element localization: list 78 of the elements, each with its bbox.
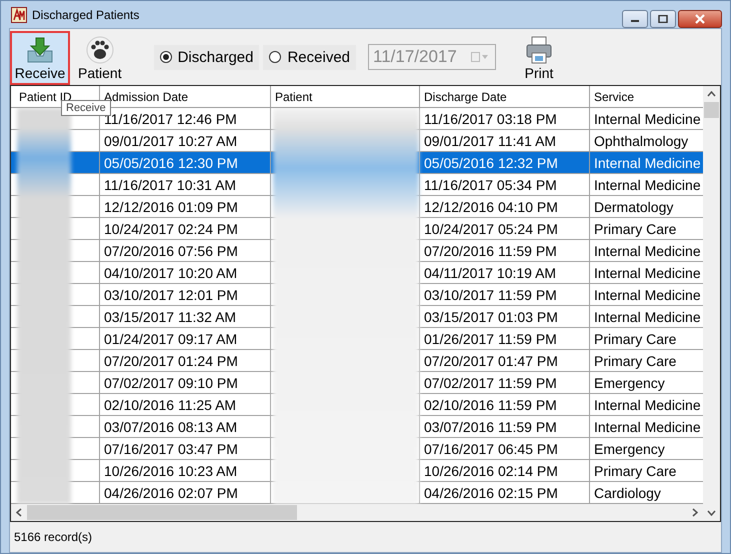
table-cell: 09/01/2017 11:41 AM — [420, 130, 590, 151]
table-cell-text: Primary Care — [593, 220, 678, 239]
table-cell-text: Internal Medicine — [593, 176, 702, 194]
table-cell: 11/16/2017 05:34 PM — [420, 174, 590, 195]
vertical-scrollbar[interactable] — [703, 86, 720, 521]
table-cell-text: Primary Care — [593, 462, 678, 481]
close-button[interactable] — [678, 10, 722, 28]
receive-button[interactable]: Receive — [10, 31, 70, 85]
table-cell: 03/15/2017 11:32 AM — [100, 306, 271, 327]
table-cell-text: Cardiology — [593, 484, 662, 503]
table-cell: 02/10/2016 11:25 AM — [100, 394, 271, 415]
table-cell: 04/26/2016 02:07 PM — [100, 482, 271, 503]
table-cell-text: Internal Medicine — [593, 396, 702, 414]
table-cell: 01/26/2017 11:59 PM — [420, 328, 590, 349]
horizontal-scrollbar[interactable] — [11, 504, 703, 521]
tooltip: Receive — [61, 100, 111, 116]
table-cell: 10/24/2017 05:24 PM — [420, 218, 590, 239]
table-cell-text: Ophthalmology — [593, 132, 690, 151]
table-cell: 03/07/2016 08:13 AM — [100, 416, 271, 437]
table-cell: 03/15/2017 01:03 PM — [420, 306, 590, 327]
patient-button[interactable]: Patient — [74, 31, 126, 85]
table-cell: 04/26/2016 02:15 PM — [420, 482, 590, 503]
scroll-thumb[interactable] — [704, 102, 719, 118]
table-cell: 03/10/2017 11:59 PM — [420, 284, 590, 305]
table-cell: 10/26/2016 02:14 PM — [420, 460, 590, 481]
table-cell: 07/16/2017 06:45 PM — [420, 438, 590, 459]
table-cell: 12/12/2016 04:10 PM — [420, 196, 590, 217]
table-cell: 10/26/2016 10:23 AM — [100, 460, 271, 481]
table-cell-text: Internal Medicine — [593, 286, 702, 304]
table-cell-text: Emergency — [593, 374, 666, 393]
table-cell-text: Primary Care — [593, 352, 678, 371]
table-cell: 05/05/2016 12:32 PM — [420, 152, 590, 173]
table-cell: 07/02/2017 11:59 PM — [420, 372, 590, 393]
minimize-button[interactable] — [622, 10, 648, 28]
table-cell: 02/10/2016 11:59 PM — [420, 394, 590, 415]
table-cell: 04/11/2017 10:19 AM — [420, 262, 590, 283]
table-cell-text: Internal Medicine — [593, 110, 702, 128]
record-count: 5166 record(s) — [14, 530, 92, 544]
table-cell-text: Internal Medicine — [593, 154, 702, 172]
close-icon — [694, 14, 706, 24]
scroll-thumb[interactable] — [27, 505, 297, 520]
scroll-right-icon[interactable] — [692, 508, 698, 517]
table-cell: 03/07/2016 11:59 PM — [420, 416, 590, 437]
table-cell: 12/12/2016 01:09 PM — [100, 196, 271, 217]
table-cell-text: Internal Medicine — [593, 418, 702, 436]
table-cell: 11/16/2017 10:31 AM — [100, 174, 271, 195]
maximize-button[interactable] — [650, 10, 676, 28]
print-button[interactable]: Print — [520, 31, 558, 85]
table-cell-text: Dermatology — [593, 198, 674, 217]
table-cell: 07/20/2017 01:47 PM — [420, 350, 590, 371]
scroll-up-icon[interactable] — [707, 91, 716, 97]
table-cell: 01/24/2017 09:17 AM — [100, 328, 271, 349]
table-cell: 07/20/2017 01:24 PM — [100, 350, 271, 371]
table-cell: 07/20/2016 07:56 PM — [100, 240, 271, 261]
radio-button[interactable] — [160, 51, 172, 63]
scroll-down-icon[interactable] — [707, 510, 716, 516]
table-cell: 10/24/2017 02:24 PM — [100, 218, 271, 239]
radio-button[interactable] — [269, 51, 282, 63]
table-cell: 11/16/2017 03:18 PM — [420, 108, 590, 129]
table-cell: 07/20/2016 11:59 PM — [420, 240, 590, 261]
printer-icon — [524, 35, 554, 65]
table-cell: 07/02/2017 09:10 PM — [100, 372, 271, 393]
table-cell-text: Emergency — [593, 440, 666, 459]
table-cell: 09/01/2017 10:27 AM — [100, 130, 271, 151]
inbox-download-icon — [25, 35, 55, 65]
table-cell-text: Internal Medicine — [593, 264, 702, 282]
maximize-icon — [658, 15, 668, 23]
table-cell: 04/10/2017 10:20 AM — [100, 262, 271, 283]
table-cell-text: Internal Medicine — [593, 242, 702, 260]
table-cell-text: Primary Care — [593, 330, 678, 349]
table-cell-text: Internal Medicine — [593, 308, 702, 326]
table-cell: 03/10/2017 12:01 PM — [100, 284, 271, 305]
scroll-left-icon[interactable] — [16, 508, 22, 517]
app-logo-icon — [11, 6, 27, 22]
table-cell: 05/05/2016 12:30 PM — [100, 152, 271, 173]
paw-print-icon — [84, 35, 115, 65]
window-title: Discharged Patients — [32, 8, 140, 22]
table-cell: 07/16/2017 03:47 PM — [100, 438, 271, 459]
